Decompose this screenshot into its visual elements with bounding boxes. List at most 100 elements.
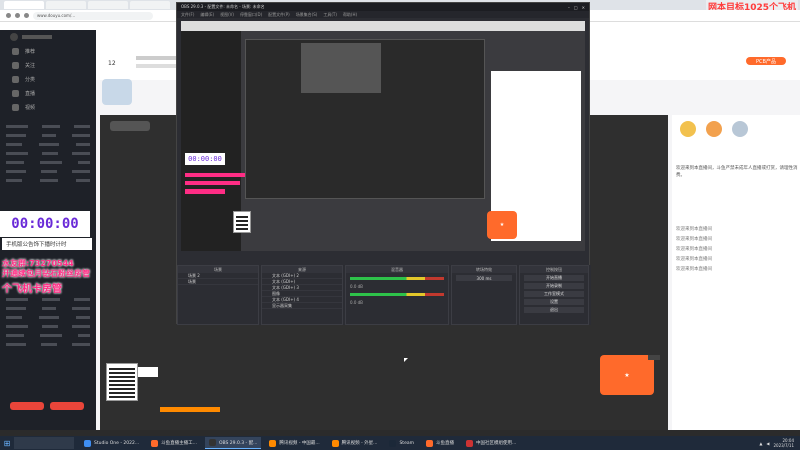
- menu-scene-collection[interactable]: 场景集合(S): [296, 12, 318, 18]
- taskbar-item-label: 斗鱼直播: [435, 441, 454, 446]
- sidebar-item[interactable]: 推荐: [0, 44, 96, 58]
- chat-panel: 欢迎来到本直播间，斗鱼严禁未成年人直播或打赏，请理性消费。 欢迎来到本直播间 欢…: [672, 115, 800, 430]
- taskbar-item-label: Studio One - 2022...: [94, 440, 140, 446]
- taskbar-item[interactable]: 斗鱼直播主播工...: [147, 437, 201, 449]
- rank-avatar: [732, 121, 748, 137]
- start-recording-button[interactable]: 开始录制: [524, 283, 584, 289]
- sidebar-item[interactable]: 直播: [0, 86, 96, 100]
- taskbar-item[interactable]: OBS 29.0.3 - 配...: [204, 437, 262, 449]
- mouse-cursor: [404, 358, 408, 362]
- preview-content: 00:00:00 ★: [181, 21, 585, 251]
- chat-line: 欢迎来到本直播间: [676, 227, 712, 232]
- menu-file[interactable]: 文件(F): [181, 12, 194, 18]
- start-icon[interactable]: ⊞: [0, 436, 14, 450]
- heart-icon: [12, 61, 19, 69]
- anchor-avatar[interactable]: [102, 79, 132, 105]
- taskbar-item[interactable]: 中国社区模组使用...: [462, 437, 520, 449]
- menu-profile[interactable]: 配置文件(P): [268, 12, 290, 18]
- dock-header: 混音器: [346, 266, 448, 273]
- app-icon: [208, 439, 216, 446]
- exit-button[interactable]: 退出: [524, 307, 584, 313]
- taskbar-item-label: 斗鱼直播主播工...: [161, 441, 197, 446]
- browser-tab[interactable]: [46, 1, 86, 9]
- taskbar-item[interactable]: 腾讯视频 - 中国最...: [265, 437, 323, 449]
- back-icon[interactable]: [6, 13, 11, 18]
- browser-tab[interactable]: [88, 1, 128, 9]
- transition-duration[interactable]: 300 ms: [456, 275, 512, 281]
- menu-docks[interactable]: 停靠窗口(D): [240, 12, 262, 18]
- menu-view[interactable]: 视图(V): [220, 12, 234, 18]
- scenes-dock: 场景 场景 2 场景: [177, 265, 259, 325]
- mixer-db: 0.0 dB: [350, 300, 363, 305]
- menu-help[interactable]: 帮助(H): [343, 12, 357, 18]
- forward-icon[interactable]: [15, 13, 20, 18]
- audio-meter: [350, 277, 444, 280]
- obs-titlebar: OBS 29.0.3 - 配置文件: 未命名 - 场景: 未命名 – □ ✕: [177, 3, 589, 11]
- overlay-promo-line: 开通续包月钻石粉丝房管: [2, 269, 90, 278]
- sidebar-item[interactable]: 视频: [0, 100, 96, 114]
- volume-icon[interactable]: ◀: [766, 441, 769, 446]
- category-list: [0, 122, 96, 185]
- rank-avatar: [680, 121, 696, 137]
- taskbar-item-label: Steam: [399, 440, 414, 446]
- promo-widget[interactable]: ★: [600, 355, 654, 395]
- rank-avatar: [706, 121, 722, 137]
- taskbar-item[interactable]: 斗鱼直播: [422, 437, 458, 449]
- start-streaming-button[interactable]: 开始直播: [524, 275, 584, 281]
- minimize-icon[interactable]: –: [568, 5, 570, 10]
- sidebar-item[interactable]: 分类: [0, 72, 96, 86]
- browser-tab[interactable]: [4, 1, 44, 9]
- system-tray: ▲ ◀ 20:04 2023/7/11: [759, 438, 800, 448]
- refresh-icon[interactable]: [24, 13, 29, 18]
- stream-timer: 00:00:00: [0, 211, 90, 237]
- settings-button[interactable]: 设置: [524, 299, 584, 305]
- tv-icon: [12, 89, 19, 97]
- taskbar-item[interactable]: 腾讯视频 - 外星...: [328, 437, 382, 449]
- sidebar-item-label: 分类: [25, 76, 36, 83]
- goal-banner: 网本目标1025个飞机: [705, 0, 798, 13]
- app-icon: [84, 439, 91, 447]
- pcb-button[interactable]: PCB产品: [746, 57, 786, 65]
- scene-item[interactable]: 场景: [178, 279, 258, 285]
- source-item[interactable]: 显示器采集: [262, 303, 342, 309]
- mixer-db: 0.0 dB: [350, 284, 363, 289]
- desktop: 网本目标1025个飞机 www.douyu.com/... 推荐 关注 分类 直…: [0, 0, 800, 450]
- preview-promo: ★: [487, 211, 517, 239]
- download-client-button[interactable]: [10, 402, 44, 410]
- taskbar-item-label: 中国社区模组使用...: [475, 441, 517, 446]
- sidebar-item-label: 视频: [25, 104, 36, 111]
- preview-qr: [233, 211, 251, 233]
- obs-menubar: 文件(F) 编辑(E) 视图(V) 停靠窗口(D) 配置文件(P) 场景集合(S…: [177, 11, 589, 18]
- dock-header: 控制按钮: [520, 266, 588, 273]
- open-app-button[interactable]: [50, 402, 84, 410]
- studio-mode-button[interactable]: 工作室模式: [524, 291, 584, 297]
- taskbar-item[interactable]: Steam: [385, 437, 418, 449]
- close-icon[interactable]: ✕: [582, 5, 585, 10]
- chat-line: 欢迎来到本直播间: [676, 257, 712, 262]
- qr-code: [106, 363, 138, 401]
- menu-tools[interactable]: 工具(T): [323, 12, 337, 18]
- chat-line: 欢迎来到本直播间: [676, 237, 712, 242]
- maximize-icon[interactable]: □: [574, 5, 578, 10]
- url-input[interactable]: www.douyu.com/...: [33, 11, 153, 20]
- network-icon[interactable]: ▲: [759, 441, 762, 446]
- taskbar-item[interactable]: Studio One - 2022...: [80, 437, 143, 449]
- app-icon: [465, 439, 473, 447]
- chat-line: 欢迎来到本直播间: [676, 267, 712, 272]
- browser-tab[interactable]: [130, 1, 170, 9]
- obs-preview[interactable]: 00:00:00 ★: [181, 21, 585, 251]
- video-icon: [12, 103, 19, 111]
- taskbar-item-label: 腾讯视频 - 中国最...: [279, 441, 320, 446]
- menu-edit[interactable]: 编辑(E): [200, 12, 214, 18]
- obs-window[interactable]: OBS 29.0.3 - 配置文件: 未命名 - 场景: 未命名 – □ ✕ 文…: [176, 2, 591, 325]
- clock[interactable]: 20:04 2023/7/11: [773, 438, 794, 448]
- taskbar-search[interactable]: [14, 437, 74, 449]
- sidebar-item[interactable]: 关注: [0, 58, 96, 72]
- mixer-dock: 混音器 0.0 dB 0.0 dB: [345, 265, 449, 325]
- audio-meter: [350, 293, 444, 296]
- category-list-2: [0, 295, 96, 349]
- follow-count: 12: [108, 60, 116, 67]
- overlay-plane-line: 个飞机卡房管: [2, 284, 62, 295]
- site-logo[interactable]: [0, 30, 96, 44]
- preview-timer: 00:00:00: [185, 153, 225, 165]
